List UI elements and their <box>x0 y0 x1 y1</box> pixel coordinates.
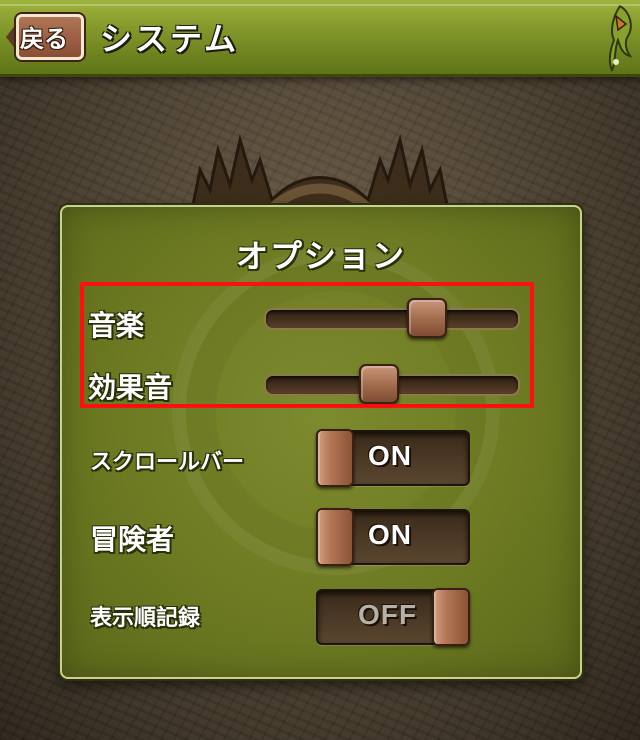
panel-title: オプション <box>235 237 406 275</box>
dragon-icon <box>608 4 633 73</box>
adventurer-toggle-knob <box>316 508 354 566</box>
music-label: 音楽 <box>88 309 145 342</box>
display-order-toggle[interactable]: OFF <box>316 588 470 646</box>
adventurer-label: 冒険者 <box>90 523 175 556</box>
display-order-toggle-knob <box>432 588 470 646</box>
display-order-toggle-state: OFF <box>358 599 417 630</box>
sound-effects-label: 効果音 <box>88 371 173 404</box>
back-button-label: 戻る <box>20 25 68 53</box>
scrollbar-toggle-knob <box>316 429 354 487</box>
scrollbar-label: スクロールバー <box>90 450 245 475</box>
music-slider[interactable] <box>264 298 520 338</box>
back-button[interactable]: 戻る <box>6 14 84 60</box>
music-slider-track <box>264 308 520 330</box>
sound-effects-slider[interactable] <box>264 364 520 404</box>
scrollbar-toggle[interactable]: ON <box>316 429 470 487</box>
page-title: システム <box>100 20 240 58</box>
display-order-label: 表示順記録 <box>90 606 201 631</box>
adventurer-toggle-state: ON <box>368 519 412 550</box>
adventurer-toggle[interactable]: ON <box>316 508 470 566</box>
sound-effects-slider-thumb[interactable] <box>359 364 399 404</box>
music-slider-thumb[interactable] <box>407 298 447 338</box>
scrollbar-toggle-state: ON <box>368 440 412 471</box>
header-bar: 戻る システム <box>0 0 640 77</box>
